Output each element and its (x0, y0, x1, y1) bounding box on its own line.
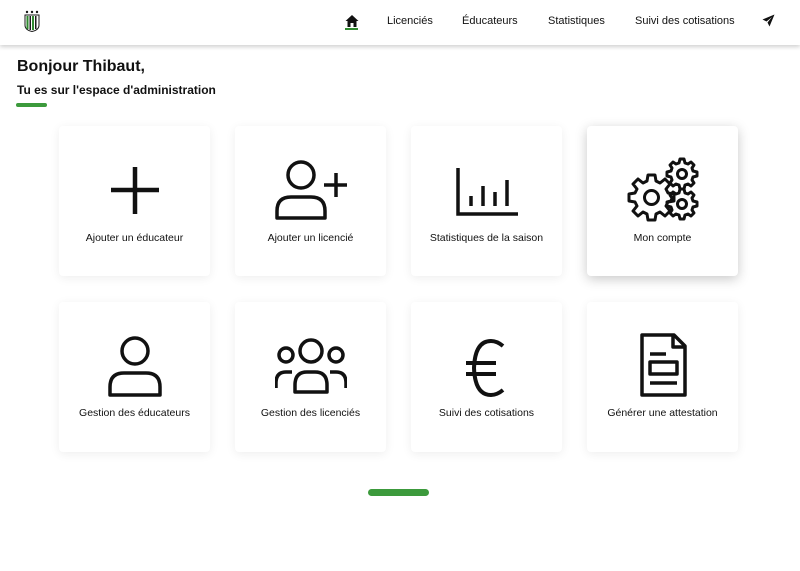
greeting-heading: Bonjour Thibaut, (17, 58, 145, 75)
nav-link-educateurs[interactable]: Éducateurs (462, 15, 518, 27)
club-logo-icon[interactable] (24, 10, 40, 32)
active-nav-underline (345, 28, 358, 30)
card-gestion-licencies[interactable]: Gestion des licenciés (235, 302, 386, 452)
top-navbar: Licenciés Éducateurs Statistiques Suivi … (0, 0, 800, 45)
home-icon[interactable] (345, 14, 359, 28)
nav-link-licencies[interactable]: Licenciés (387, 15, 433, 27)
card-suivi-cotisations[interactable]: Suivi des cotisations (411, 302, 562, 452)
card-generer-attestation[interactable]: Générer une attestation (587, 302, 738, 452)
card-label: Ajouter un licencié (267, 232, 354, 244)
add-user-icon (275, 160, 347, 220)
card-label: Statistiques de la saison (429, 232, 544, 244)
euro-icon (466, 338, 505, 398)
card-label: Générer une attestation (607, 407, 718, 419)
gears-icon (627, 157, 699, 222)
plus-icon (111, 167, 159, 214)
user-icon (108, 336, 162, 397)
nav-link-suivi-cotisations[interactable]: Suivi des cotisations (635, 15, 735, 27)
paper-plane-icon[interactable] (762, 14, 775, 27)
card-ajouter-educateur[interactable]: Ajouter un éducateur (59, 126, 210, 276)
card-statistiques-saison[interactable]: Statistiques de la saison (411, 126, 562, 276)
card-gestion-educateurs[interactable]: Gestion des éducateurs (59, 302, 210, 452)
nav-link-statistiques[interactable]: Statistiques (548, 15, 605, 27)
title-accent-bar (16, 103, 47, 107)
document-icon (640, 333, 687, 397)
card-label: Mon compte (633, 232, 692, 244)
users-group-icon (275, 338, 347, 394)
card-label: Gestion des licenciés (260, 407, 361, 419)
card-ajouter-licencie[interactable]: Ajouter un licencié (235, 126, 386, 276)
bottom-accent-bar (368, 489, 429, 496)
card-label: Ajouter un éducateur (85, 232, 184, 244)
card-label: Suivi des cotisations (438, 407, 535, 419)
card-label: Gestion des éducateurs (79, 407, 190, 419)
page-subtitle: Tu es sur l'espace d'administration (17, 83, 216, 97)
card-mon-compte[interactable]: Mon compte (587, 126, 738, 276)
bar-chart-icon (456, 168, 518, 216)
